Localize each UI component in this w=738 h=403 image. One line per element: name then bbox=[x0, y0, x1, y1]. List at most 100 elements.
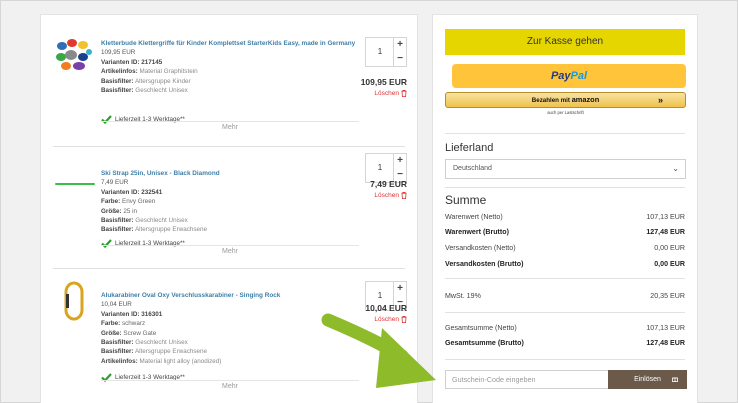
delete-link[interactable]: Löschen bbox=[374, 90, 407, 97]
quantity-minus-button[interactable]: − bbox=[394, 52, 406, 66]
attr-label: Basisfilter: bbox=[101, 87, 134, 95]
summary-label: Gesamtsumme (Netto) bbox=[445, 324, 517, 332]
carabiner-thumbnail[interactable] bbox=[63, 281, 85, 321]
amazon-logo-text: amazon bbox=[571, 95, 600, 104]
attr-label: Farbe: bbox=[101, 198, 121, 206]
attr-value: Screw Gate bbox=[123, 329, 157, 337]
paypal-logo-part2: Pal bbox=[570, 70, 588, 82]
line-total: 109,95 EUR bbox=[360, 77, 407, 87]
variant-label: Varianten ID: bbox=[101, 310, 140, 318]
variant-id: 316301 bbox=[141, 310, 163, 318]
summary-value: 0,00 EUR bbox=[654, 244, 685, 252]
cart-items-panel: Kletterbude Klettergriffe für Kinder Kom… bbox=[40, 14, 418, 403]
divider bbox=[445, 312, 685, 313]
attr-label: Basisfilter: bbox=[101, 226, 134, 234]
item-separator bbox=[53, 146, 405, 147]
summary-label: Warenwert (Brutto) bbox=[445, 228, 509, 236]
attr-value: Altersgruppe Erwachsene bbox=[134, 226, 208, 234]
delivery-country-select[interactable]: Deutschland ⌄ bbox=[445, 159, 686, 179]
attr-value: Material light alloy (anodized) bbox=[139, 357, 222, 365]
item-title-link[interactable]: Alukarabiner Oval Oxy Verschlusskarabine… bbox=[101, 291, 280, 300]
summary-label: Gesamtsumme (Brutto) bbox=[445, 339, 524, 347]
coupon-code-input[interactable] bbox=[446, 371, 608, 388]
amazon-pay-button[interactable]: Bezahlen mit amazon » bbox=[445, 92, 686, 108]
item-title-link[interactable]: Ski Strap 25in, Unisex - Black Diamond bbox=[101, 169, 220, 178]
attr-label: Farbe: bbox=[101, 320, 121, 328]
more-label[interactable]: Mehr bbox=[216, 383, 244, 390]
quantity-buttons: + − bbox=[393, 154, 406, 182]
more-toggle[interactable]: Mehr bbox=[41, 240, 417, 258]
summary-value: 127,48 EUR bbox=[646, 228, 685, 236]
attr-label: Basisfilter: bbox=[101, 348, 134, 356]
attr-value: schwarz bbox=[122, 320, 146, 328]
chevron-down-icon: ⌄ bbox=[672, 164, 679, 173]
redeem-coupon-button[interactable]: Einlösen bbox=[608, 370, 687, 389]
divider bbox=[101, 380, 359, 381]
delivery-country-heading: Lieferland bbox=[445, 142, 494, 154]
divider bbox=[101, 121, 359, 122]
quantity-plus-button[interactable]: + bbox=[394, 154, 406, 168]
trash-icon bbox=[401, 316, 407, 323]
line-total: 7,49 EUR bbox=[370, 179, 407, 189]
paypal-logo-part1: Pay bbox=[550, 70, 571, 82]
climbing-holds-thumbnail[interactable] bbox=[55, 37, 93, 71]
attr-value: Geschlecht Unisex bbox=[135, 87, 188, 95]
summary-value: 107,13 EUR bbox=[646, 324, 685, 332]
item-details: Alukarabiner Oval Oxy Verschlusskarabine… bbox=[101, 291, 280, 366]
quantity-plus-button[interactable]: + bbox=[394, 282, 406, 296]
item-separator bbox=[53, 268, 405, 269]
attr-label: Größe: bbox=[101, 207, 122, 215]
amazon-pay-subtext: auch per Lastschrift bbox=[547, 110, 584, 115]
attr-value: Altersgruppe Kinder bbox=[134, 77, 191, 85]
quantity-plus-button[interactable]: + bbox=[394, 38, 406, 52]
more-toggle[interactable]: Mehr bbox=[41, 116, 417, 134]
summary-label: Versandkosten (Netto) bbox=[445, 244, 516, 252]
amazon-pay-prefix: Bezahlen mit bbox=[531, 97, 570, 104]
summary-heading: Summe bbox=[445, 193, 487, 207]
summary-value: 20,35 EUR bbox=[650, 292, 685, 300]
paypal-button[interactable]: PayPal bbox=[452, 64, 686, 88]
attr-label: Größe: bbox=[101, 329, 122, 337]
more-toggle[interactable]: Mehr bbox=[41, 375, 417, 393]
more-label[interactable]: Mehr bbox=[216, 248, 244, 255]
trash-icon bbox=[401, 192, 407, 199]
item-title-link[interactable]: Kletterbude Klettergriffe für Kinder Kom… bbox=[101, 39, 355, 48]
selected-country: Deutschland bbox=[453, 165, 492, 172]
attr-label: Basisfilter: bbox=[101, 217, 134, 225]
attr-value: Geschlecht Unisex bbox=[135, 217, 188, 225]
summary-label: MwSt. 19% bbox=[445, 292, 481, 300]
summary-value: 0,00 EUR bbox=[654, 260, 685, 268]
quantity-value[interactable]: 1 bbox=[366, 154, 394, 182]
attr-value: Altersgruppe Erwachsene bbox=[134, 348, 208, 356]
checkout-button[interactable]: Zur Kasse gehen bbox=[445, 29, 685, 55]
attr-label: Artikelinfos: bbox=[101, 68, 138, 76]
summary-value: 107,13 EUR bbox=[646, 213, 685, 221]
checkout-summary-panel: Zur Kasse gehen PayPal Bezahlen mit amaz… bbox=[432, 14, 698, 403]
variant-id: 217145 bbox=[141, 58, 163, 66]
divider bbox=[101, 245, 359, 246]
summary-label: Warenwert (Netto) bbox=[445, 213, 503, 221]
attr-label: Basisfilter: bbox=[101, 77, 134, 85]
delete-label: Löschen bbox=[374, 90, 399, 97]
ski-strap-thumbnail[interactable] bbox=[55, 181, 95, 187]
quantity-stepper[interactable]: 1 + − bbox=[365, 37, 407, 67]
gift-icon bbox=[672, 377, 678, 382]
divider bbox=[445, 133, 685, 134]
quantity-value[interactable]: 1 bbox=[366, 38, 394, 66]
delete-link[interactable]: Löschen bbox=[374, 316, 407, 323]
quantity-buttons: + − bbox=[393, 38, 406, 66]
attr-value: 25 in bbox=[123, 207, 138, 215]
attr-label: Basisfilter: bbox=[101, 339, 134, 347]
attr-value: Geschlecht Unisex bbox=[135, 339, 188, 347]
delete-label: Löschen bbox=[374, 316, 399, 323]
delete-link[interactable]: Löschen bbox=[374, 192, 407, 199]
item-details: Kletterbude Klettergriffe für Kinder Kom… bbox=[101, 39, 355, 95]
variant-label: Varianten ID: bbox=[101, 58, 140, 66]
summary-label: Versandkosten (Brutto) bbox=[445, 260, 524, 268]
item-unit-price: 7,49 EUR bbox=[101, 179, 129, 187]
variant-label: Varianten ID: bbox=[101, 188, 140, 196]
more-label[interactable]: Mehr bbox=[216, 124, 244, 131]
coupon-form: Einlösen bbox=[445, 370, 687, 389]
attr-value: Material Graphitstein bbox=[139, 68, 198, 76]
item-unit-price: 10,04 EUR bbox=[101, 301, 132, 309]
